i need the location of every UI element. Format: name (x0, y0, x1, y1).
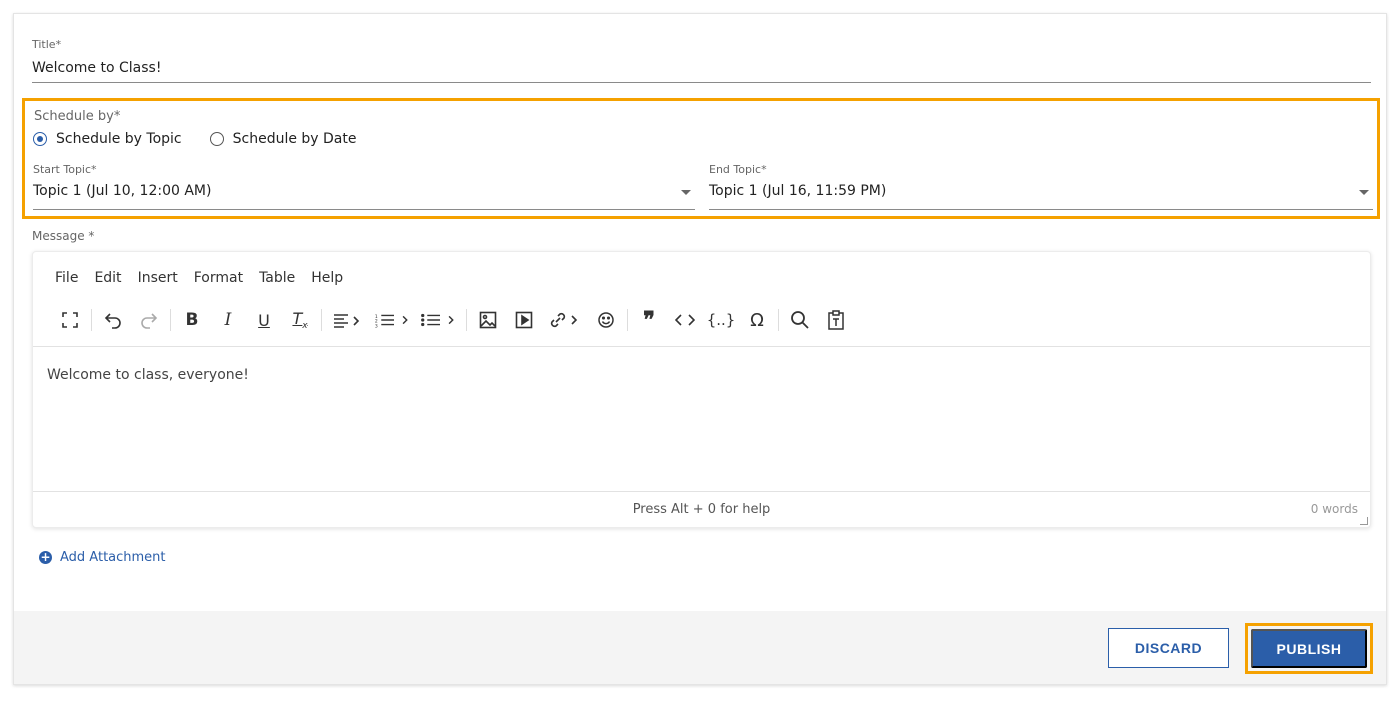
rich-text-editor: File Edit Insert Format Table Help B I U… (32, 251, 1371, 528)
toolbar-separator (778, 309, 779, 331)
end-topic-label: End Topic* (709, 163, 767, 176)
word-count[interactable]: 0 words (1311, 502, 1358, 516)
toolbar-separator (627, 309, 628, 331)
editor-content[interactable]: Welcome to class, everyone! (47, 367, 249, 383)
dropdown-arrow-icon[interactable] (1359, 190, 1369, 195)
radio-schedule-by-date[interactable] (209, 132, 224, 146)
redo-icon[interactable] (134, 306, 164, 334)
resize-handle-icon[interactable] (1360, 517, 1368, 525)
underline-icon[interactable]: U (249, 306, 279, 334)
quote-icon[interactable]: ❞ (634, 306, 664, 334)
start-topic-label: Start Topic* (33, 163, 97, 176)
toolbar-separator (91, 309, 92, 331)
start-topic-underline (33, 209, 695, 210)
add-attachment-label[interactable]: Add Attachment (60, 550, 166, 565)
bold-icon[interactable]: B (177, 306, 207, 334)
align-icon[interactable] (328, 306, 368, 334)
start-topic-value[interactable]: Topic 1 (Jul 10, 12:00 AM) (33, 183, 695, 199)
title-input[interactable]: Welcome to Class! (32, 60, 161, 76)
clear-format-icon[interactable]: Tx (285, 306, 315, 334)
end-topic-select[interactable]: End Topic* Topic 1 (Jul 16, 11:59 PM) (709, 163, 1373, 210)
radio-label-date[interactable]: Schedule by Date (233, 131, 357, 147)
schedule-radio-group: Schedule by Topic Schedule by Date (33, 131, 385, 147)
numbered-list-icon[interactable]: 123 (374, 306, 414, 334)
code-icon[interactable] (670, 306, 700, 334)
paste-text-icon[interactable] (821, 306, 851, 334)
toolbar-separator (170, 309, 171, 331)
link-icon[interactable] (545, 306, 585, 334)
search-icon[interactable] (785, 306, 815, 334)
schedule-section: Schedule by* Schedule by Topic Schedule … (22, 98, 1380, 219)
end-topic-value[interactable]: Topic 1 (Jul 16, 11:59 PM) (709, 183, 1373, 199)
fullscreen-icon[interactable] (55, 306, 85, 334)
end-topic-underline (709, 209, 1373, 210)
editor-help-text: Press Alt + 0 for help (632, 502, 771, 517)
menu-file[interactable]: File (55, 270, 78, 286)
media-icon[interactable] (509, 306, 539, 334)
radio-label-topic[interactable]: Schedule by Topic (56, 131, 182, 147)
svg-text:3: 3 (375, 323, 378, 329)
plus-circle-icon: + (39, 550, 52, 564)
editor-toolbar: B I U Tx 123 ❞ {..} Ω (55, 306, 857, 334)
menu-help[interactable]: Help (311, 270, 343, 286)
toolbar-separator (321, 309, 322, 331)
title-underline (32, 82, 1371, 83)
schedule-label: Schedule by* (34, 109, 121, 124)
start-topic-select[interactable]: Start Topic* Topic 1 (Jul 10, 12:00 AM) (33, 163, 695, 210)
discard-button[interactable]: DISCARD (1108, 628, 1229, 668)
emoji-icon[interactable] (591, 306, 621, 334)
special-char-icon[interactable]: Ω (742, 306, 772, 334)
announcement-form: Title* Welcome to Class! Schedule by* Sc… (13, 13, 1387, 685)
message-label: Message * (32, 229, 95, 243)
menu-format[interactable]: Format (194, 270, 243, 286)
toolbar-separator (466, 309, 467, 331)
editor-menubar: File Edit Insert Format Table Help (55, 270, 359, 286)
publish-highlight: PUBLISH (1245, 623, 1373, 674)
code-block-icon[interactable]: {..} (706, 306, 736, 334)
publish-button[interactable]: PUBLISH (1251, 629, 1367, 668)
image-icon[interactable] (473, 306, 503, 334)
menu-insert[interactable]: Insert (138, 270, 178, 286)
editor-content-area[interactable]: Welcome to class, everyone! (33, 346, 1370, 492)
add-attachment-button[interactable]: + Add Attachment (39, 550, 166, 565)
menu-edit[interactable]: Edit (94, 270, 121, 286)
menu-table[interactable]: Table (259, 270, 295, 286)
italic-icon[interactable]: I (213, 306, 243, 334)
radio-schedule-by-topic[interactable] (33, 132, 47, 146)
form-footer: DISCARD PUBLISH (14, 611, 1386, 684)
undo-icon[interactable] (98, 306, 128, 334)
dropdown-arrow-icon[interactable] (681, 190, 691, 195)
title-label: Title* (32, 38, 62, 51)
bullet-list-icon[interactable] (420, 306, 460, 334)
